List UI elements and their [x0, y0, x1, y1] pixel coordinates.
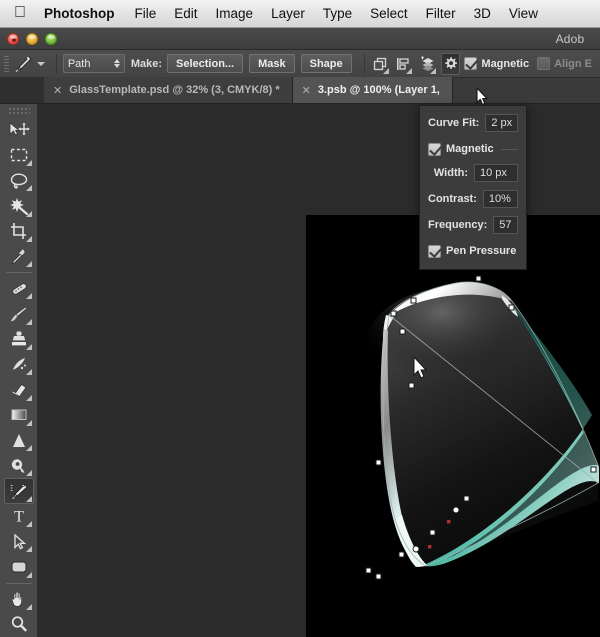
contrast-input[interactable]: 10%: [483, 190, 518, 208]
eyedropper-tool[interactable]: [4, 244, 34, 269]
dodge-tool[interactable]: [4, 453, 34, 478]
tab-bar-spacer: [0, 77, 44, 103]
magnetic-checkbox[interactable]: [464, 57, 477, 70]
photoshop-window: Adob Path Make: Selection... Mask: [0, 28, 600, 637]
magnetic-options-dropdown[interactable]: Curve Fit: 2 px Magnetic Width: 10 px Co…: [419, 105, 527, 270]
align-edges-checkbox[interactable]: [537, 57, 550, 70]
quick-selection-tool[interactable]: [4, 193, 34, 218]
make-mask-button[interactable]: Mask: [249, 54, 295, 73]
menu-item-layer[interactable]: Layer: [271, 6, 305, 21]
magnifier-icon: [9, 615, 29, 633]
mode-select-value: Path: [68, 58, 110, 70]
document-canvas[interactable]: [306, 215, 600, 637]
pen-tool[interactable]: [4, 478, 34, 503]
menu-item-edit[interactable]: Edit: [174, 6, 197, 21]
path-selection-tool[interactable]: [4, 529, 34, 554]
make-label: Make:: [131, 58, 162, 70]
magnetic-checkbox-group[interactable]: Magnetic: [464, 57, 529, 70]
photoshop-screenshot:  Photoshop File Edit Image Layer Type S…: [0, 0, 600, 637]
divider: [501, 149, 518, 150]
options-bar-grip[interactable]: [2, 54, 9, 74]
magnetic-row[interactable]: Magnetic: [428, 139, 518, 159]
divider: [6, 272, 32, 273]
curve-fit-label: Curve Fit:: [428, 117, 485, 129]
menu-item-file[interactable]: File: [135, 6, 157, 21]
menu-item-photoshop[interactable]: Photoshop: [44, 6, 115, 21]
align-edges-checkbox-group[interactable]: Align E: [537, 57, 592, 70]
divider: [56, 54, 57, 74]
panel-grip[interactable]: [8, 107, 30, 114]
move-icon: [8, 121, 30, 139]
make-selection-button[interactable]: Selection...: [167, 54, 243, 73]
frequency-input[interactable]: 57: [493, 216, 518, 234]
glass-sheen: [366, 287, 546, 403]
align-edges-label: Align E: [554, 58, 592, 70]
pen-tool-icon: [11, 52, 34, 76]
window-title-bar: Adob: [0, 28, 600, 50]
menu-item-image[interactable]: Image: [216, 6, 254, 21]
tools-panel: T: [0, 104, 38, 637]
geometry-options-gear-icon[interactable]: [441, 53, 461, 75]
eraser-tool[interactable]: [4, 377, 34, 402]
divider: [364, 54, 365, 74]
brush-tool[interactable]: [4, 301, 34, 326]
menu-item-type[interactable]: Type: [323, 6, 352, 21]
pen-pressure-label: Pen Pressure: [446, 245, 516, 257]
path-operations-icon[interactable]: [371, 53, 390, 75]
document-tab-glasstemplate[interactable]: ✕ GlassTemplate.psd @ 32% (3, CMYK/8) *: [44, 77, 293, 103]
width-label: Width:: [428, 167, 474, 179]
blur-tool[interactable]: [4, 428, 34, 453]
rectangular-marquee-tool[interactable]: [4, 143, 34, 168]
curve-fit-input[interactable]: 2 px: [485, 114, 518, 132]
menu-item-3d[interactable]: 3D: [474, 6, 491, 21]
width-row: Width: 10 px: [428, 163, 518, 183]
pen-pressure-checkbox[interactable]: [428, 245, 441, 258]
tool-options-bar: Path Make: Selection... Mask Shape: [0, 50, 600, 78]
document-tab-3psb[interactable]: ✕ 3.psb @ 100% (Layer 1,: [293, 77, 453, 103]
menu-item-select[interactable]: Select: [370, 6, 408, 21]
window-title: Adob: [0, 28, 600, 50]
macos-menu-bar:  Photoshop File Edit Image Layer Type S…: [0, 0, 600, 28]
glass-artwork: [306, 215, 600, 637]
make-shape-button[interactable]: Shape: [301, 54, 352, 73]
contrast-label: Contrast:: [428, 193, 483, 205]
document-tab-bar: ✕ GlassTemplate.psd @ 32% (3, CMYK/8) * …: [0, 78, 600, 104]
close-icon[interactable]: ✕: [302, 84, 311, 97]
rectangle-tool[interactable]: [4, 554, 34, 579]
path-arrangement-icon[interactable]: [417, 53, 436, 75]
gradient-tool[interactable]: [4, 403, 34, 428]
hand-tool[interactable]: [4, 586, 34, 611]
menu-item-filter[interactable]: Filter: [426, 6, 456, 21]
magnetic-label: Magnetic: [481, 58, 529, 70]
move-tool[interactable]: [4, 118, 34, 143]
tool-preset-chevron-down-icon[interactable]: [37, 62, 45, 66]
frequency-row: Frequency: 57: [428, 215, 518, 235]
lasso-tool[interactable]: [4, 168, 34, 193]
menu-item-view[interactable]: View: [509, 6, 538, 21]
magnetic-panel-checkbox[interactable]: [428, 143, 441, 156]
clone-stamp-tool[interactable]: [4, 327, 34, 352]
path-alignment-icon[interactable]: [394, 53, 413, 75]
curve-fit-row: Curve Fit: 2 px: [428, 113, 518, 133]
divider: [6, 583, 32, 584]
stepper-icon: [114, 59, 120, 68]
magnetic-panel-label: Magnetic: [446, 143, 494, 155]
document-tab-label: 3.psb @ 100% (Layer 1,: [318, 84, 440, 96]
document-tab-label: GlassTemplate.psd @ 32% (3, CMYK/8) *: [69, 84, 279, 96]
apple-logo-icon[interactable]: : [14, 5, 26, 21]
close-icon[interactable]: ✕: [53, 84, 62, 97]
zoom-tool[interactable]: [4, 612, 34, 637]
width-input[interactable]: 10 px: [474, 164, 518, 182]
crop-tool[interactable]: [4, 219, 34, 244]
type-tool[interactable]: T: [4, 504, 34, 529]
spot-healing-brush-tool[interactable]: [4, 276, 34, 301]
contrast-row: Contrast: 10%: [428, 189, 518, 209]
mode-select[interactable]: Path: [63, 54, 125, 73]
pen-pressure-row[interactable]: Pen Pressure: [428, 241, 518, 261]
history-brush-tool[interactable]: [4, 352, 34, 377]
svg-text:T: T: [14, 509, 24, 526]
frequency-label: Frequency:: [428, 219, 493, 231]
